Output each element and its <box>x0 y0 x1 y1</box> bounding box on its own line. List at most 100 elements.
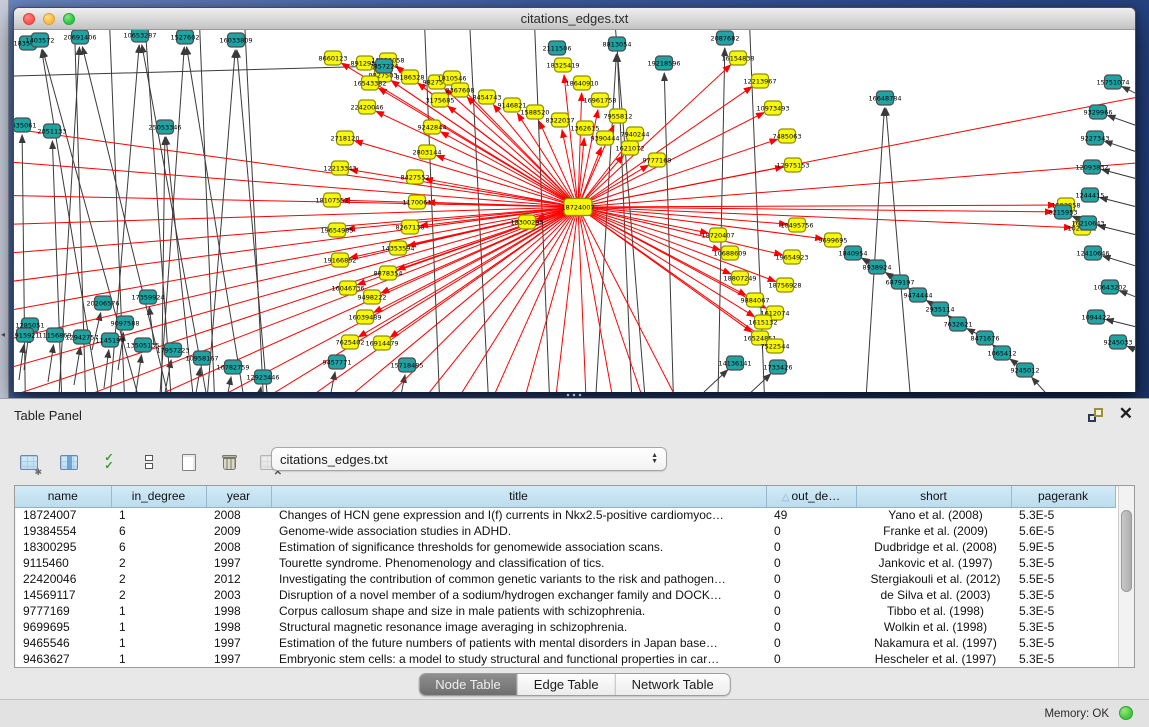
graph-edge <box>194 368 200 392</box>
table-cell: 0 <box>766 539 856 555</box>
select-all-button[interactable]: ✓✓ <box>94 446 124 478</box>
memory-status-label: Memory: OK <box>1044 708 1109 720</box>
column-header-title[interactable]: title <box>271 486 766 507</box>
table-row[interactable]: 2242004622012Investigating the contribut… <box>15 571 1115 587</box>
graph-node-label: 19218596 <box>647 59 680 67</box>
network-window[interactable]: citations_edges.txt 18724007866012389129… <box>13 7 1136 392</box>
delete-rows-button[interactable] <box>214 446 244 478</box>
graph-edge <box>578 207 1053 212</box>
table-row[interactable]: 1830029562008Estimation of significance … <box>15 539 1115 555</box>
table-cell: Tibbo et al. (1998) <box>856 603 1011 619</box>
table-cell: Investigating the contribution of common… <box>271 571 766 587</box>
graph-node-label: 12213967 <box>743 77 776 85</box>
table-row[interactable]: 969969511998Structural magnetic resonanc… <box>15 619 1115 635</box>
graph-node-label: 10973493 <box>756 104 789 112</box>
tab-network-table[interactable]: Network Table <box>615 674 730 695</box>
table-row[interactable]: 911546021997Tourette syndrome. Phenomeno… <box>15 555 1115 571</box>
minimize-window-button[interactable] <box>43 13 55 25</box>
table-cell: Changes of HCN gene expression and I(f) … <box>271 507 766 523</box>
graph-node-label: 19654923 <box>775 253 808 261</box>
table-cell: Stergiakouli et al. (2012) <box>856 571 1011 587</box>
table-row[interactable]: 977716911998Corpus callosum shape and si… <box>15 603 1115 619</box>
window-titlebar[interactable]: citations_edges.txt <box>14 8 1135 30</box>
table-cell: Yano et al. (2008) <box>856 507 1011 523</box>
table-row[interactable]: 1872400712008Changes of HCN gene express… <box>15 507 1115 523</box>
graph-node-label: 9699695 <box>819 236 848 244</box>
table-source-select[interactable]: citations_edges.txt ▲▼ <box>271 447 667 471</box>
table-cell: Genome-wide association studies in ADHD. <box>271 523 766 539</box>
graph-node-label: 8813054 <box>603 40 632 48</box>
column-header-name[interactable]: name <box>15 486 111 507</box>
column-header-in_degree[interactable]: in_degree <box>111 486 206 507</box>
graph-node-label: 9390444 <box>591 134 620 142</box>
panel-collapse-strip[interactable]: ◂ <box>0 0 9 398</box>
graph-node-label: 18807249 <box>723 274 756 282</box>
table-cell: 14569117 <box>15 587 111 603</box>
graph-node-label: 14353594 <box>381 244 414 252</box>
column-header-year[interactable]: year <box>206 486 271 507</box>
graph-node-label: 3175685 <box>426 96 455 104</box>
graph-node-label: 7857224 <box>370 62 399 70</box>
column-header-out_de[interactable]: △out_de… <box>766 486 856 507</box>
graph-node-label: 20691406 <box>63 33 96 41</box>
graph-edge <box>1104 141 1135 156</box>
memory-status-indicator[interactable] <box>1119 706 1133 720</box>
table-options-button[interactable]: ✱ <box>14 446 44 478</box>
scrollbar-thumb[interactable] <box>1121 510 1132 592</box>
graph-node-label: 16033809 <box>219 36 252 44</box>
show-columns-button[interactable] <box>54 446 84 478</box>
node-table: namein_degreeyeartitle△out_de…shortpager… <box>15 486 1116 667</box>
row-mode-button[interactable] <box>134 446 164 478</box>
table-row[interactable]: 1456911722003Disruption of a novel membe… <box>15 587 1115 603</box>
table-cell: 5.3E-5 <box>1011 619 1115 635</box>
table-cell: 0 <box>766 587 856 603</box>
table-panel-header: Table Panel ✕ <box>0 399 1149 433</box>
graph-node-label: 2935114 <box>926 305 955 313</box>
graph-node-label: 12975153 <box>776 161 809 169</box>
table-row[interactable]: 946362711997Embryonic stem cells: a mode… <box>15 651 1115 667</box>
graph-node-label: 16782759 <box>216 363 249 371</box>
close-panel-icon[interactable]: ✕ <box>1119 404 1133 424</box>
table-cell: Franke et al. (2009) <box>856 523 1011 539</box>
table-cell: 5.6E-5 <box>1011 523 1115 539</box>
graph-edge <box>48 345 54 382</box>
graph-node-label: 1621072 <box>616 144 645 152</box>
graph-node-label: 12923446 <box>246 373 279 381</box>
column-header-short[interactable]: short <box>856 486 1011 507</box>
new-table-button[interactable] <box>174 446 204 478</box>
float-panel-icon[interactable] <box>1088 408 1103 422</box>
column-header-pagerank[interactable]: pagerank <box>1011 486 1115 507</box>
table-cell: 2008 <box>206 507 271 523</box>
table-row[interactable]: 946554611997Estimation of the future num… <box>15 635 1115 651</box>
table-row[interactable]: 1938455462009Genome-wide association stu… <box>15 523 1115 539</box>
graph-edge <box>578 207 694 392</box>
zoom-window-button[interactable] <box>63 13 75 25</box>
tab-node-table[interactable]: Node Table <box>419 674 517 695</box>
split-divider-grip[interactable] <box>565 393 583 397</box>
graph-node-label: 16046736 <box>331 284 364 292</box>
graph-edge <box>254 387 261 392</box>
graph-edge <box>578 207 594 392</box>
graph-edge <box>886 108 920 392</box>
network-view[interactable]: 1872400786601238912955182260589827503165… <box>14 30 1135 392</box>
graph-node-label: 12213343 <box>323 164 356 172</box>
table-tabs: Node Table Edge Table Network Table <box>418 673 731 696</box>
graph-node-label: 10688609 <box>713 249 746 257</box>
table-cell: 49 <box>766 507 856 523</box>
network-desktop: ◂ citations_edges.txt <box>0 0 1149 398</box>
graph-node-label: 2087682 <box>711 34 740 42</box>
graph-node-label: 7522544 <box>761 342 790 350</box>
collapse-arrow-icon[interactable]: ◂ <box>1 330 5 339</box>
graph-node-label: 16210643 <box>1071 219 1104 227</box>
table-cell: 1 <box>111 635 206 651</box>
graph-edge <box>578 90 1135 207</box>
table-cell: 18724007 <box>15 507 111 523</box>
graph-edge <box>704 370 728 392</box>
graph-node-label: 7955812 <box>604 112 633 120</box>
table-cell: 6 <box>111 539 206 555</box>
tab-edge-table[interactable]: Edge Table <box>517 674 615 695</box>
graph-node-label: 9245012 <box>1011 366 1040 374</box>
table-cell: 2012 <box>206 571 271 587</box>
close-window-button[interactable] <box>23 13 35 25</box>
table-vertical-scrollbar[interactable] <box>1118 486 1134 667</box>
